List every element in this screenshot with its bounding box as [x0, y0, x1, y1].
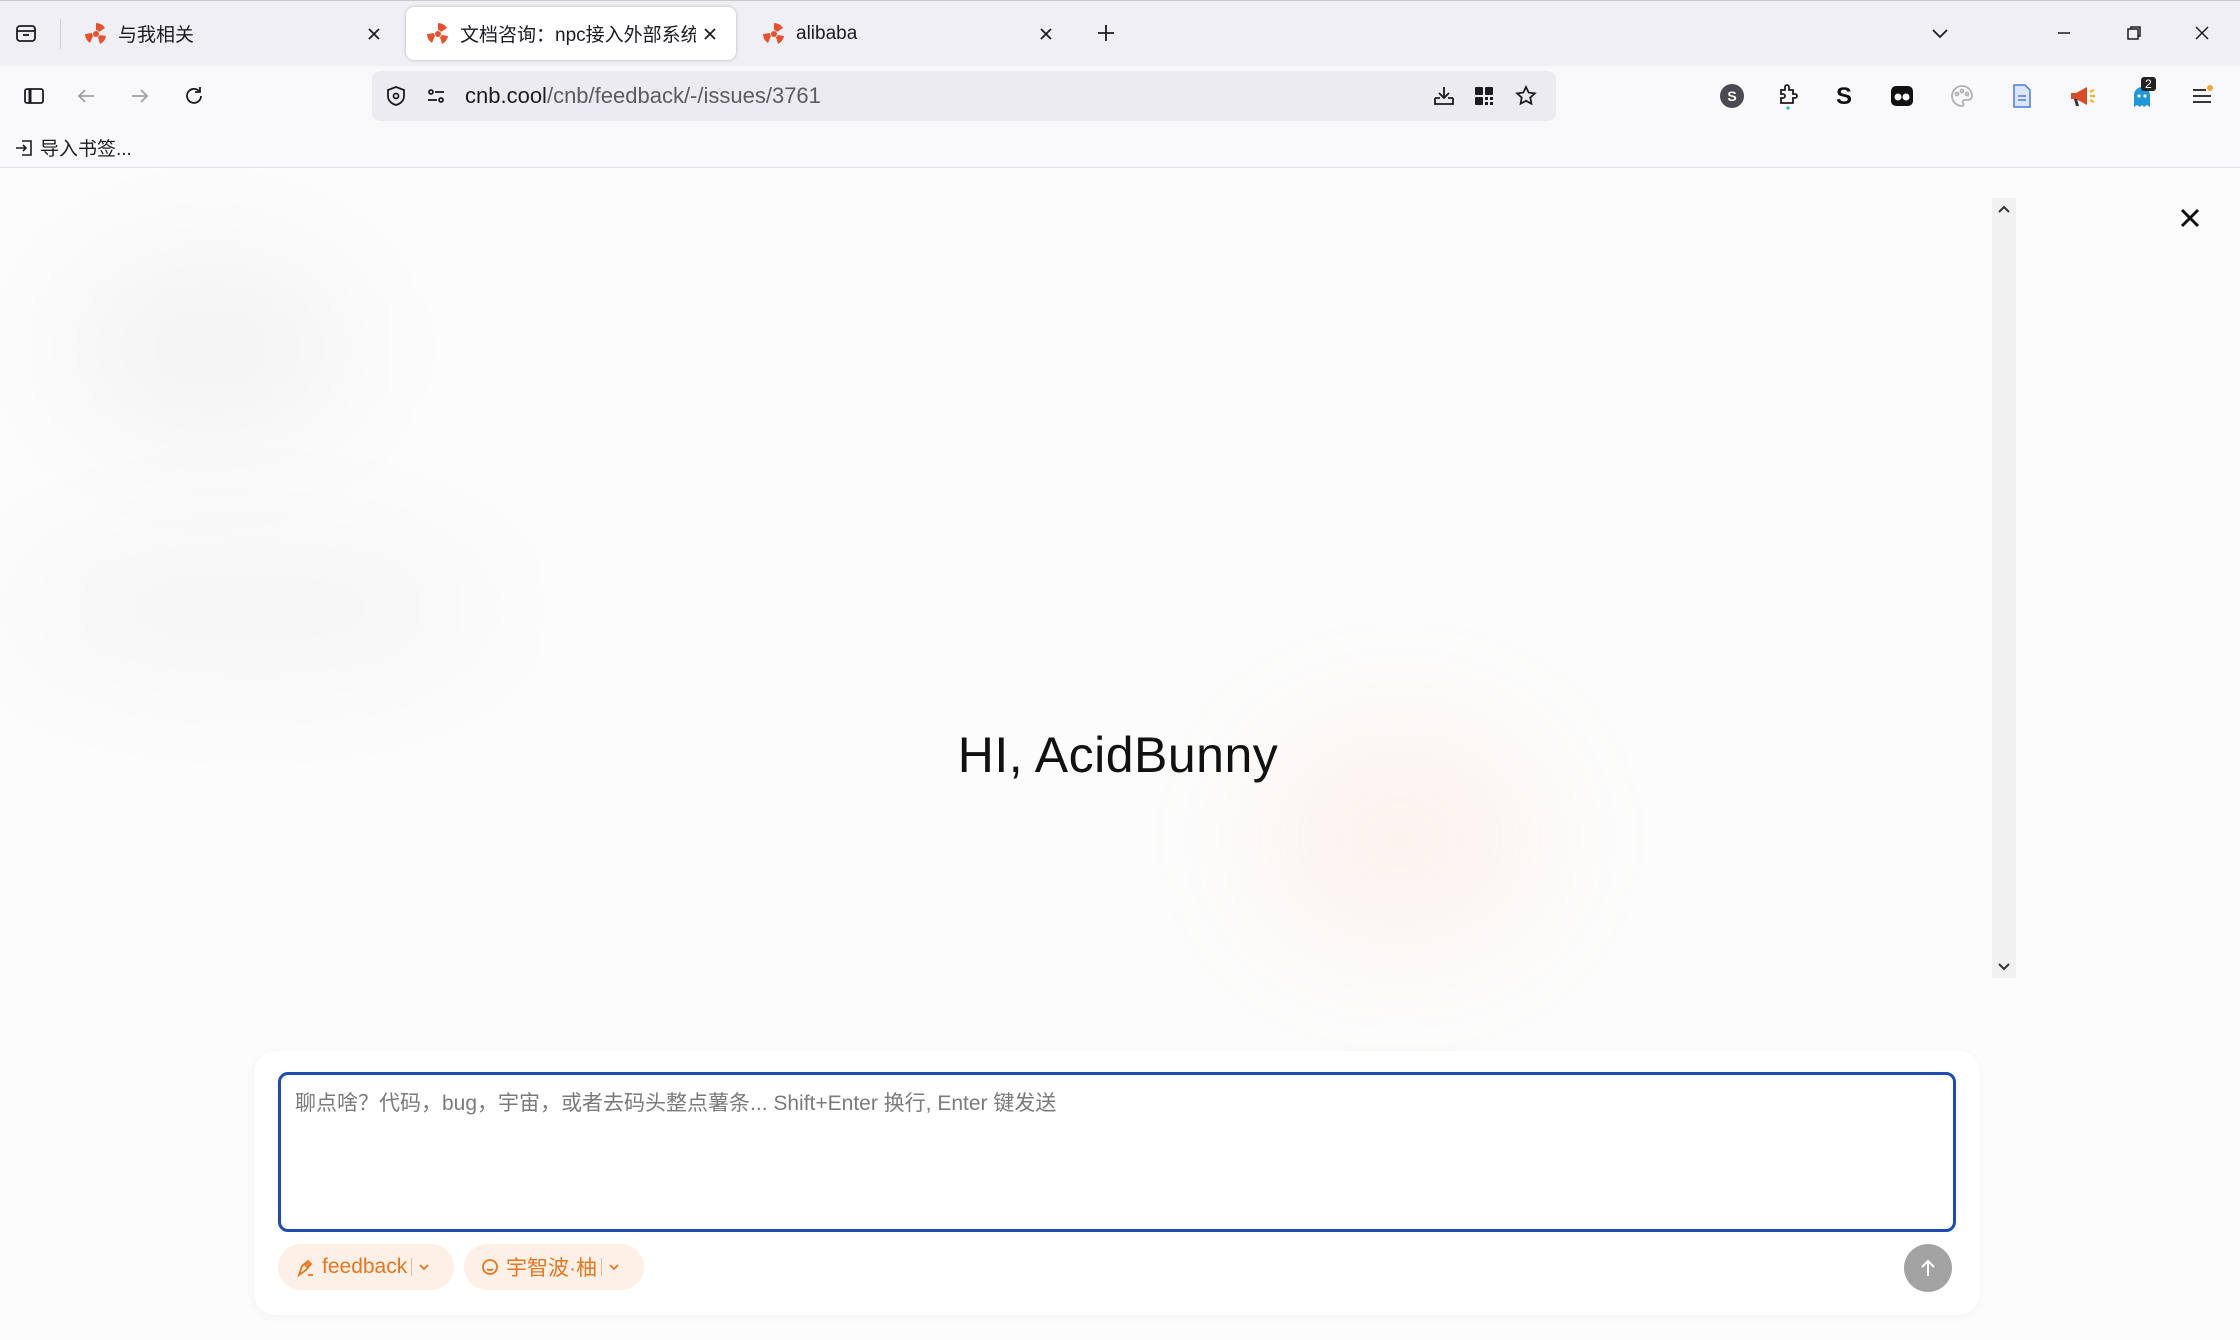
tab-title: alibaba: [796, 22, 858, 44]
chevron-down-icon: [606, 1259, 622, 1275]
svg-text:S: S: [1836, 84, 1852, 108]
chevron-down-icon: [1997, 959, 2011, 973]
repo-selector-label: feedback: [322, 1255, 408, 1278]
url-text: cnb.cool/cnb/feedback/-/issues/3761: [465, 83, 821, 109]
url-bar[interactable]: cnb.cool/cnb/feedback/-/issues/3761: [372, 71, 1556, 121]
arrow-right-icon: [128, 84, 152, 108]
back-button[interactable]: [68, 78, 104, 114]
cnb-favicon-icon: [762, 22, 786, 46]
restore-icon: [2125, 24, 2143, 42]
close-icon: [1038, 26, 1054, 42]
bookmarks-toolbar: 导入书签...: [0, 126, 2240, 168]
close-icon: [366, 26, 382, 42]
chat-input-card: feedback 宇智波·柚: [254, 1051, 1980, 1315]
extension-palette-button[interactable]: [1944, 78, 1980, 114]
forward-button[interactable]: [122, 78, 158, 114]
tab-strip: 与我相关 文档咨询：npc接入外部系统 · I alibaba: [0, 0, 2240, 66]
reload-button[interactable]: [176, 78, 212, 114]
mask-icon: [1889, 83, 1915, 109]
cnb-favicon-icon: [84, 22, 108, 46]
extension-mask-button[interactable]: [1884, 78, 1920, 114]
download-icon[interactable]: [1432, 84, 1456, 108]
chip-divider: [601, 1258, 602, 1276]
tab-separator: [60, 19, 61, 49]
chevron-down-icon: [416, 1259, 432, 1275]
sidebar-toggle-button[interactable]: [16, 78, 52, 114]
tab-close-button[interactable]: [360, 20, 388, 48]
app-menu-button[interactable]: [2184, 78, 2220, 114]
scroll-up-button[interactable]: [1992, 198, 2016, 222]
repo-selector[interactable]: feedback: [278, 1244, 455, 1290]
extension-s-button[interactable]: S: [1826, 78, 1862, 114]
import-bookmarks-link[interactable]: 导入书签...: [14, 134, 132, 161]
reload-icon: [182, 84, 206, 108]
chip-divider: [411, 1258, 413, 1276]
qr-code-icon[interactable]: [1472, 84, 1496, 108]
chevron-up-icon: [1997, 203, 2011, 217]
extension-document-button[interactable]: [2004, 78, 2040, 114]
page-content: HI, AcidBunny feedback 宇智波·柚: [0, 168, 2240, 1340]
firefox-view-icon: [14, 21, 38, 45]
s-circle-icon: S: [1719, 83, 1745, 109]
close-chat-button[interactable]: [2168, 196, 2212, 240]
shield-icon[interactable]: [384, 84, 408, 108]
extension-ghost-button[interactable]: 2: [2124, 77, 2160, 114]
close-icon: [2193, 24, 2211, 42]
sidebar-icon: [22, 84, 46, 108]
tab-title: 与我相关: [118, 25, 195, 46]
tab-1[interactable]: 文档咨询：npc接入外部系统 · I: [406, 7, 736, 60]
extension-s-circle-button[interactable]: S: [1714, 78, 1750, 114]
import-icon: [14, 138, 34, 158]
greeting-heading: HI, AcidBunny: [957, 727, 1279, 783]
model-selector[interactable]: 宇智波·柚: [464, 1244, 644, 1290]
bookmark-star-icon[interactable]: [1514, 84, 1538, 108]
chevron-down-icon: [1929, 22, 1951, 44]
tab-2[interactable]: alibaba: [742, 7, 1072, 60]
palette-icon: [1949, 83, 1975, 109]
arrow-left-icon: [74, 84, 98, 108]
document-icon: [2010, 83, 2034, 109]
arrow-up-icon: [1916, 1256, 1940, 1280]
tab-0[interactable]: 与我相关: [64, 7, 400, 60]
repo-icon: [294, 1256, 316, 1278]
chat-input[interactable]: [278, 1072, 1956, 1232]
background-blob: [60, 248, 360, 448]
import-bookmarks-label: 导入书签...: [40, 139, 132, 160]
s-letter-icon: S: [1832, 84, 1856, 108]
cnb-favicon-icon: [426, 22, 450, 46]
close-icon: [2178, 206, 2202, 230]
chat-bubble-icon: [480, 1257, 500, 1277]
puzzle-icon: [1775, 82, 1801, 110]
scrollbar[interactable]: [1992, 198, 2016, 978]
hamburger-menu-icon: [2190, 84, 2214, 108]
extensions-button[interactable]: [1770, 78, 1806, 114]
ghost-icon: 2: [2129, 77, 2156, 109]
extension-badge: 2: [2141, 77, 2156, 91]
plus-icon: [1095, 22, 1117, 44]
close-window-button[interactable]: [2184, 15, 2220, 51]
background-blob: [0, 528, 500, 688]
tab-title: 文档咨询：npc接入外部系统 · I: [460, 25, 696, 46]
new-tab-button[interactable]: [1088, 15, 1124, 51]
url-domain: cnb.cool: [465, 83, 547, 108]
navigation-toolbar: cnb.cool/cnb/feedback/-/issues/3761 S S …: [0, 66, 2240, 126]
permissions-icon[interactable]: [424, 84, 448, 108]
scroll-down-button[interactable]: [1992, 954, 2016, 978]
extension-megaphone-button[interactable]: [2064, 78, 2100, 114]
restore-button[interactable]: [2116, 15, 2152, 51]
tab-close-button[interactable]: [1032, 20, 1060, 48]
minimize-icon: [2055, 24, 2073, 42]
firefox-view-button[interactable]: [8, 15, 44, 51]
tab-close-button[interactable]: [696, 20, 724, 48]
send-button[interactable]: [1904, 1244, 1952, 1292]
url-path: /cnb/feedback/-/issues/3761: [546, 83, 821, 108]
model-selector-label: 宇智波·柚: [506, 1257, 597, 1280]
close-icon: [702, 26, 718, 42]
minimize-button[interactable]: [2046, 15, 2082, 51]
megaphone-icon: [2068, 83, 2096, 109]
list-all-tabs-button[interactable]: [1922, 15, 1958, 51]
svg-text:S: S: [1727, 88, 1736, 104]
